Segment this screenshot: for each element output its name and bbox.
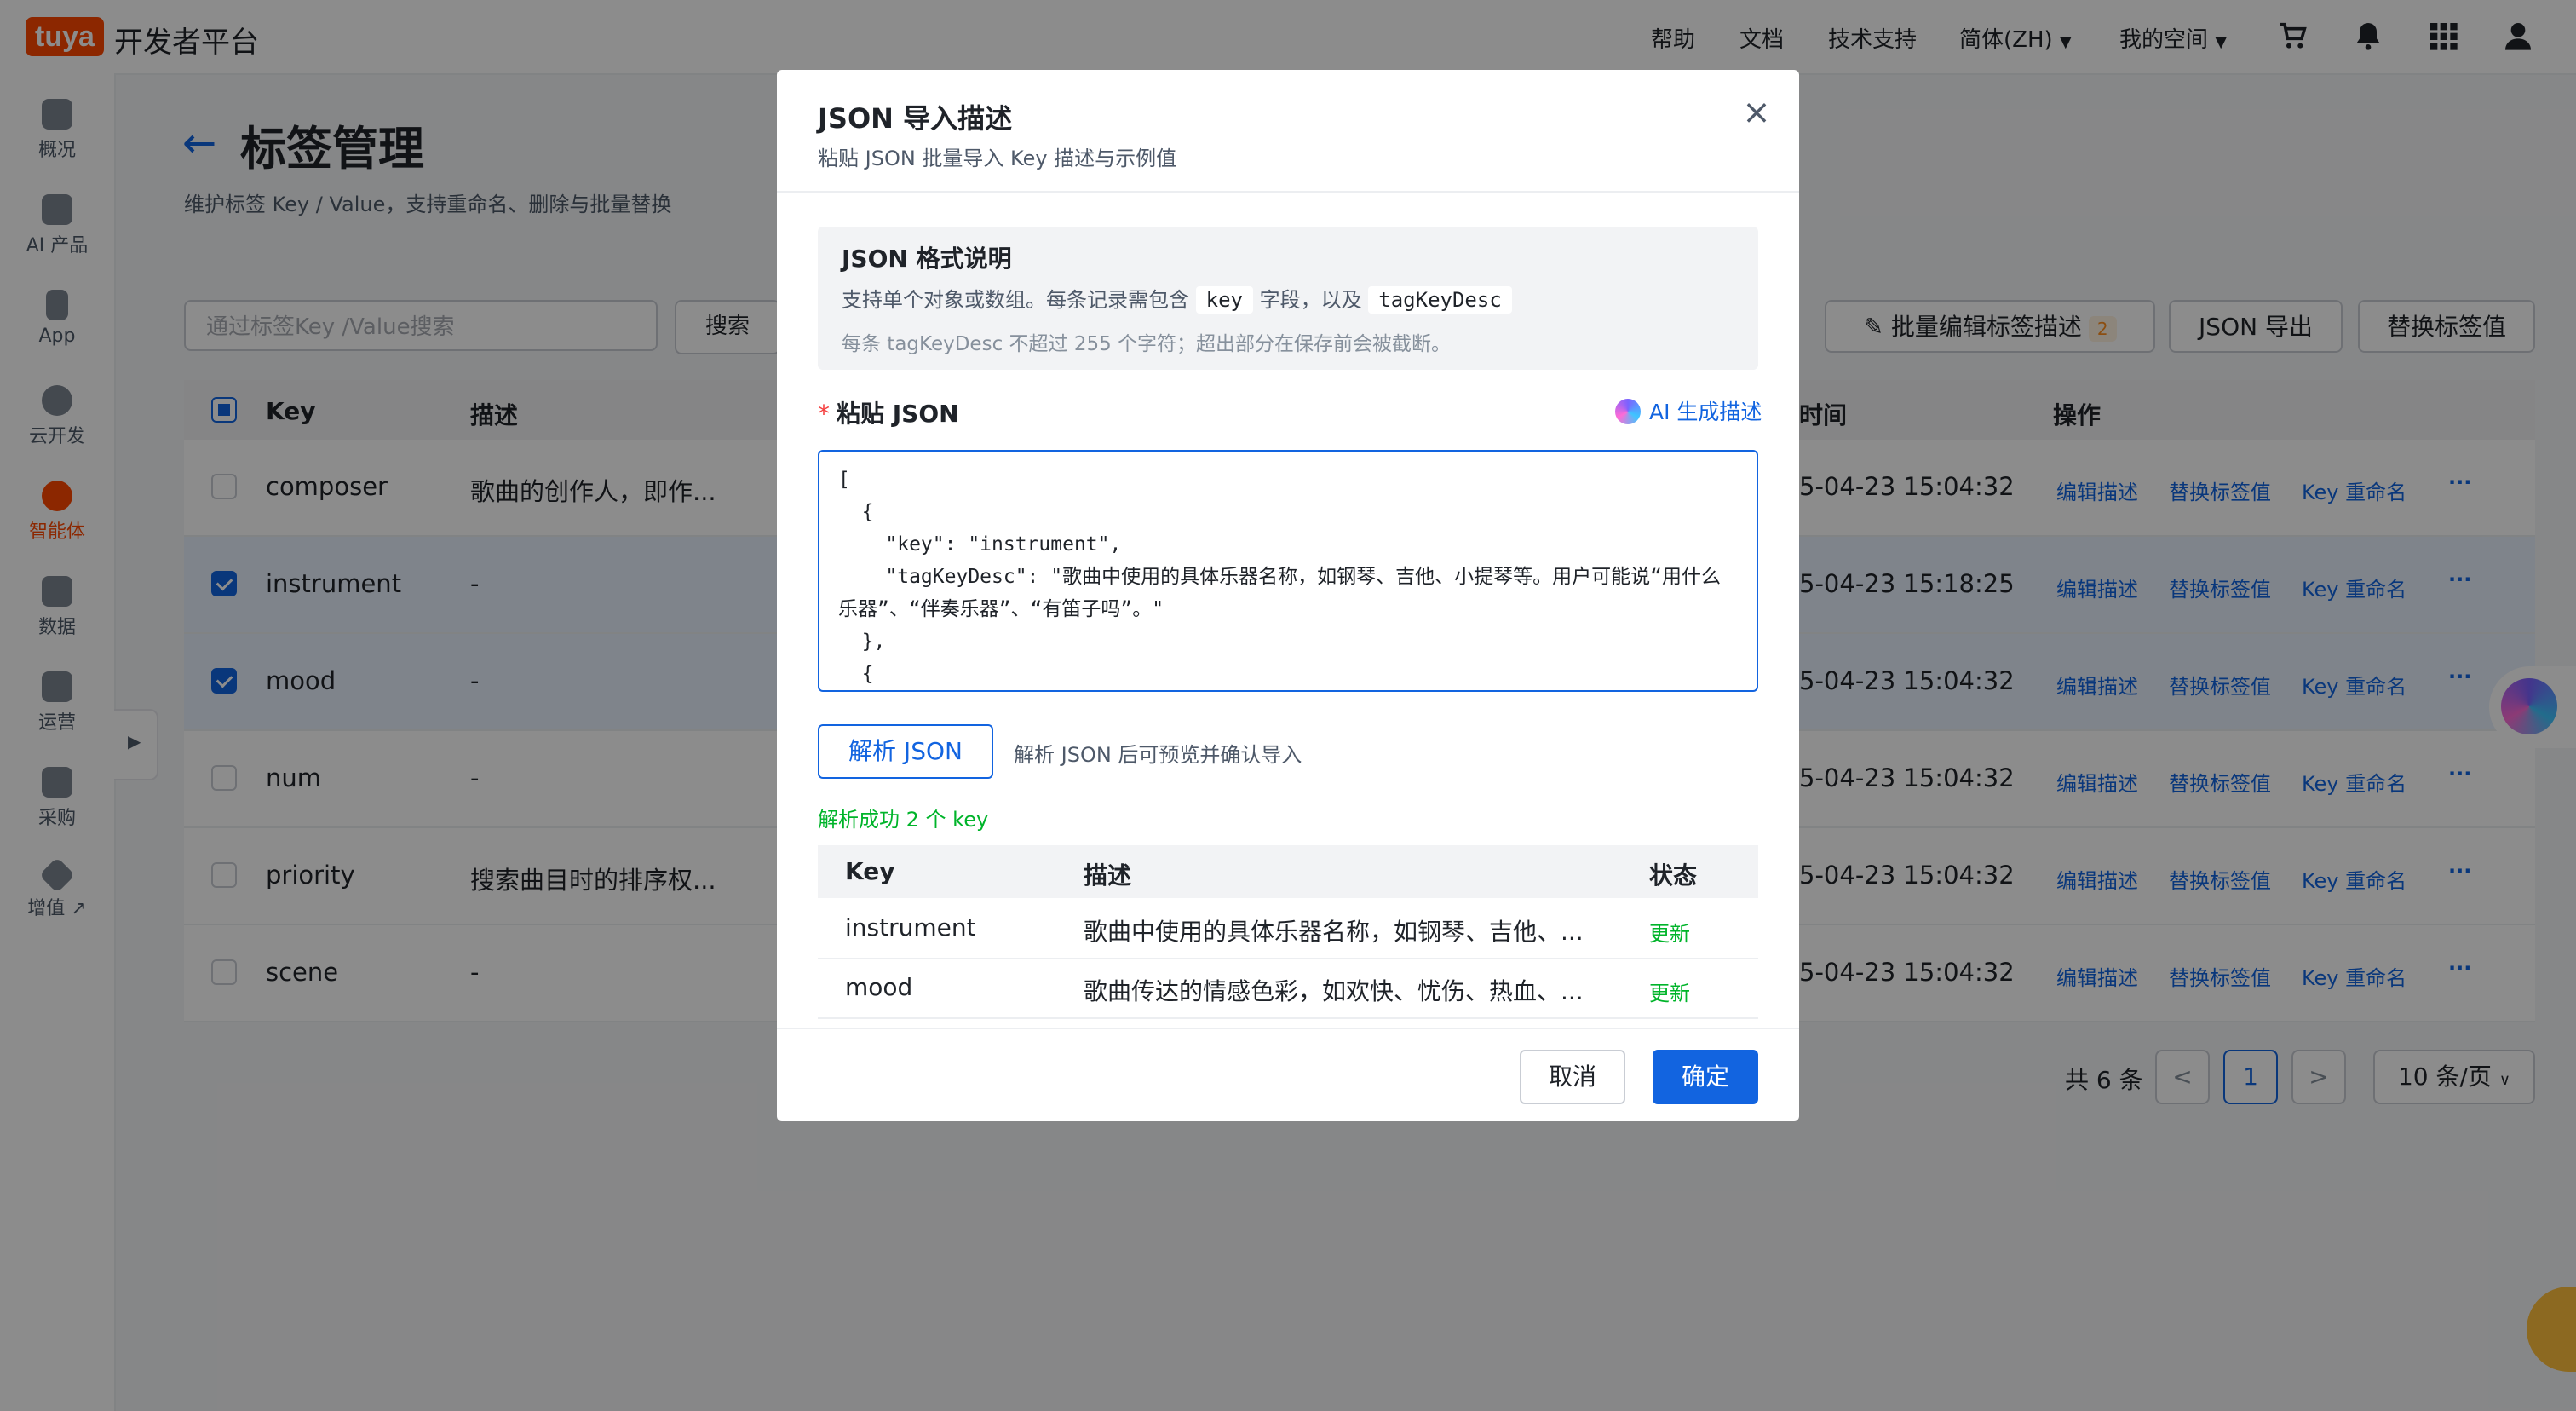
info-description: 支持单个对象或数组。每条记录需包含 key 字段，以及 tagKeyDesc xyxy=(842,283,1512,314)
required-marker: * xyxy=(818,400,830,428)
parse-success-message: 解析成功 2 个 key xyxy=(818,808,989,832)
info-code-desc: tagKeyDesc xyxy=(1368,286,1512,314)
info-text-b: 字段，以及 xyxy=(1259,288,1362,312)
modal-divider xyxy=(777,191,1799,193)
info-note: 每条 tagKeyDesc 不超过 255 个字符；超出部分在保存前会被截断。 xyxy=(842,333,1452,355)
json-textarea[interactable]: [ { "key": "instrument", "tagKeyDesc": "… xyxy=(818,450,1758,692)
ai-generate-link[interactable]: AI 生成描述 xyxy=(1615,395,1762,426)
modal-footer-divider xyxy=(777,1028,1799,1029)
modal-subtitle: 粘贴 JSON 批量导入 Key 描述与示例值 xyxy=(818,147,1177,170)
preview-key: mood xyxy=(845,973,913,1001)
preview-status: 更新 xyxy=(1649,922,1690,946)
ai-generate-label: AI 生成描述 xyxy=(1649,400,1762,424)
parse-json-button[interactable]: 解析 JSON xyxy=(818,724,993,779)
preview-key: instrument xyxy=(845,913,976,942)
paste-json-text: 粘贴 JSON xyxy=(837,400,959,428)
format-info-panel: JSON 格式说明 支持单个对象或数组。每条记录需包含 key 字段，以及 ta… xyxy=(818,227,1758,370)
info-text-a: 支持单个对象或数组。每条记录需包含 xyxy=(842,288,1189,312)
paste-json-label: * 粘贴 JSON xyxy=(818,395,959,429)
preview-header-status: 状态 xyxy=(1649,861,1698,890)
preview-header-desc: 描述 xyxy=(1084,861,1132,890)
confirm-button[interactable]: 确定 xyxy=(1653,1050,1758,1104)
preview-status: 更新 xyxy=(1649,982,1690,1005)
preview-header-key: Key xyxy=(845,857,895,885)
preview-table-header: Key 描述 状态 xyxy=(818,845,1758,898)
close-icon[interactable]: × xyxy=(1738,94,1775,131)
info-code-key: key xyxy=(1195,286,1253,314)
parse-hint: 解析 JSON 后可预览并确认导入 xyxy=(1014,743,1302,767)
cancel-button[interactable]: 取消 xyxy=(1520,1050,1625,1104)
modal-title: JSON 导入描述 xyxy=(818,102,1013,135)
info-title: JSON 格式说明 xyxy=(842,245,1012,273)
ai-spark-icon xyxy=(1615,399,1641,424)
preview-desc: 歌曲传达的情感色彩，如欢快、忧伤、热血、... xyxy=(1084,977,1584,1005)
json-import-modal: JSON 导入描述 粘贴 JSON 批量导入 Key 描述与示例值 × JSON… xyxy=(777,70,1799,1121)
preview-row: mood 歌曲传达的情感色彩，如欢快、忧伤、热血、... 更新 xyxy=(818,958,1758,1019)
preview-row: instrument 歌曲中使用的具体乐器名称，如钢琴、吉他、... 更新 xyxy=(818,898,1758,959)
preview-desc: 歌曲中使用的具体乐器名称，如钢琴、吉他、... xyxy=(1084,918,1584,946)
